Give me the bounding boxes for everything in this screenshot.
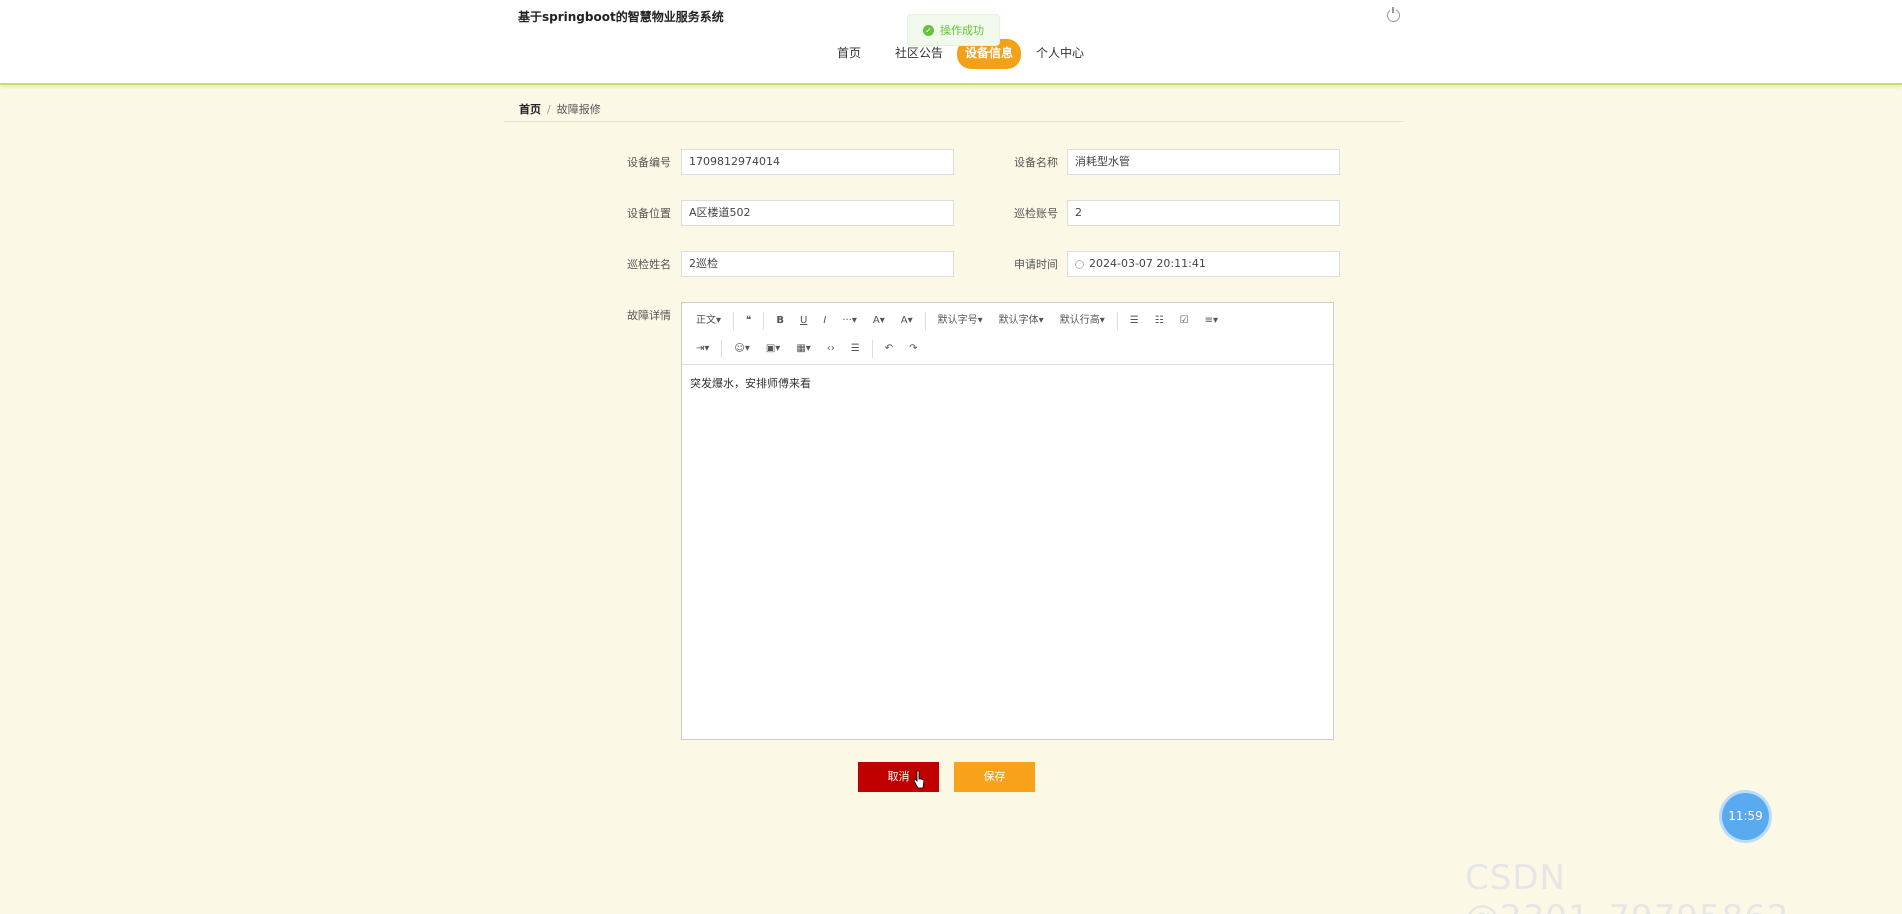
numbered-list-icon[interactable]: ☷ (1147, 311, 1172, 331)
table-icon[interactable]: ▦▾ (788, 339, 818, 359)
nav-personal-center[interactable]: 个人中心 (1036, 44, 1084, 61)
bulleted-list-icon[interactable]: ☰ (1122, 311, 1147, 331)
fault-detail-label: 故障详情 (627, 309, 671, 322)
success-toast: ✓ 操作成功 (907, 14, 1000, 46)
breadcrumb-separator: / (547, 103, 551, 116)
device-code-label: 设备编号 (627, 156, 671, 169)
more-style-icon[interactable]: ···▾ (834, 311, 865, 331)
toolbar-divider (871, 340, 873, 358)
toast-message: 操作成功 (940, 24, 984, 37)
site-title: 基于springboot的智慧物业服务系统 (518, 10, 724, 24)
cancel-button[interactable]: 取消 (858, 762, 939, 792)
nav-home[interactable]: 首页 (837, 44, 861, 61)
breadcrumb: 首页 / 故障报修 (504, 96, 1404, 122)
bold-icon[interactable]: B (768, 311, 792, 331)
toolbar-divider (924, 312, 926, 330)
indent-icon[interactable]: ⇥▾ (688, 339, 717, 359)
redo-icon[interactable]: ↷ (901, 339, 925, 359)
device-name-label: 设备名称 (1014, 156, 1058, 169)
breadcrumb-current: 故障报修 (556, 103, 601, 116)
device-name-field[interactable]: 消耗型水管 (1067, 149, 1340, 175)
code-icon[interactable]: ‹› (819, 339, 843, 359)
save-button[interactable]: 保存 (954, 762, 1035, 792)
inspector-name-label: 巡检姓名 (627, 258, 671, 271)
toolbar-divider (763, 312, 765, 330)
italic-icon[interactable]: I (815, 311, 834, 331)
align-icon[interactable]: ≡▾ (1197, 311, 1226, 331)
nav-announcements[interactable]: 社区公告 (895, 44, 943, 61)
undo-icon[interactable]: ↶ (877, 339, 901, 359)
watermark: CSDN @2301_79795862 (1465, 858, 1789, 914)
divider-line-icon[interactable]: ☰ (843, 339, 868, 359)
apply-time-label: 申请时间 (1014, 258, 1058, 271)
time-bubble[interactable]: 11:59 (1722, 793, 1769, 840)
image-icon[interactable]: ▣▾ (758, 339, 788, 359)
editor-content[interactable]: 突发爆水，安排师傅来看 (682, 365, 1333, 401)
line-height-select[interactable]: 默认行高▾ (1052, 311, 1113, 331)
toolbar-divider (733, 312, 735, 330)
power-icon[interactable] (1387, 7, 1400, 22)
check-icon: ✓ (923, 24, 934, 36)
quote-icon[interactable]: ❝ (738, 311, 759, 331)
toolbar-divider (1116, 312, 1118, 330)
apply-time-field[interactable]: 2024-03-07 20:11:41 (1067, 251, 1340, 277)
device-location-label: 设备位置 (627, 207, 671, 220)
font-family-select[interactable]: 默认字体▾ (991, 311, 1052, 331)
device-code-field[interactable]: 1709812974014 (681, 149, 954, 175)
breadcrumb-home[interactable]: 首页 (519, 103, 541, 116)
emoji-icon[interactable]: ☺▾ (726, 339, 757, 359)
background-color-icon[interactable]: A▾ (893, 311, 921, 331)
inspector-account-label: 巡检账号 (1014, 207, 1058, 220)
underline-icon[interactable]: U (792, 311, 815, 331)
font-color-icon[interactable]: A▾ (865, 311, 893, 331)
main-nav: 首页 社区公告 设备信息 个人中心 (0, 39, 1902, 69)
inspector-name-field[interactable]: 2巡检 (681, 251, 954, 277)
toolbar-row-1: 正文▾ ❝ B U I ···▾ A▾ A▾ 默认字号▾ 默认字体▾ 默认行高▾… (688, 307, 1327, 335)
todo-list-icon[interactable]: ☑ (1172, 311, 1197, 331)
toolbar-row-2: ⇥▾ ☺▾ ▣▾ ▦▾ ‹› ☰ ↶ ↷ (688, 335, 1327, 363)
apply-time-value: 2024-03-07 20:11:41 (1089, 257, 1206, 270)
inspector-account-field[interactable]: 2 (1067, 200, 1340, 226)
hand-cursor-icon (914, 770, 924, 789)
rich-text-editor[interactable]: 正文▾ ❝ B U I ···▾ A▾ A▾ 默认字号▾ 默认字体▾ 默认行高▾… (681, 302, 1334, 740)
toolbar-divider (721, 340, 723, 358)
paragraph-style-button[interactable]: 正文▾ (688, 311, 729, 331)
clock-icon (1075, 259, 1084, 269)
device-location-field[interactable]: A区楼道502 (681, 200, 954, 226)
font-size-select[interactable]: 默认字号▾ (930, 311, 991, 331)
editor-toolbar: 正文▾ ❝ B U I ···▾ A▾ A▾ 默认字号▾ 默认字体▾ 默认行高▾… (682, 303, 1333, 365)
